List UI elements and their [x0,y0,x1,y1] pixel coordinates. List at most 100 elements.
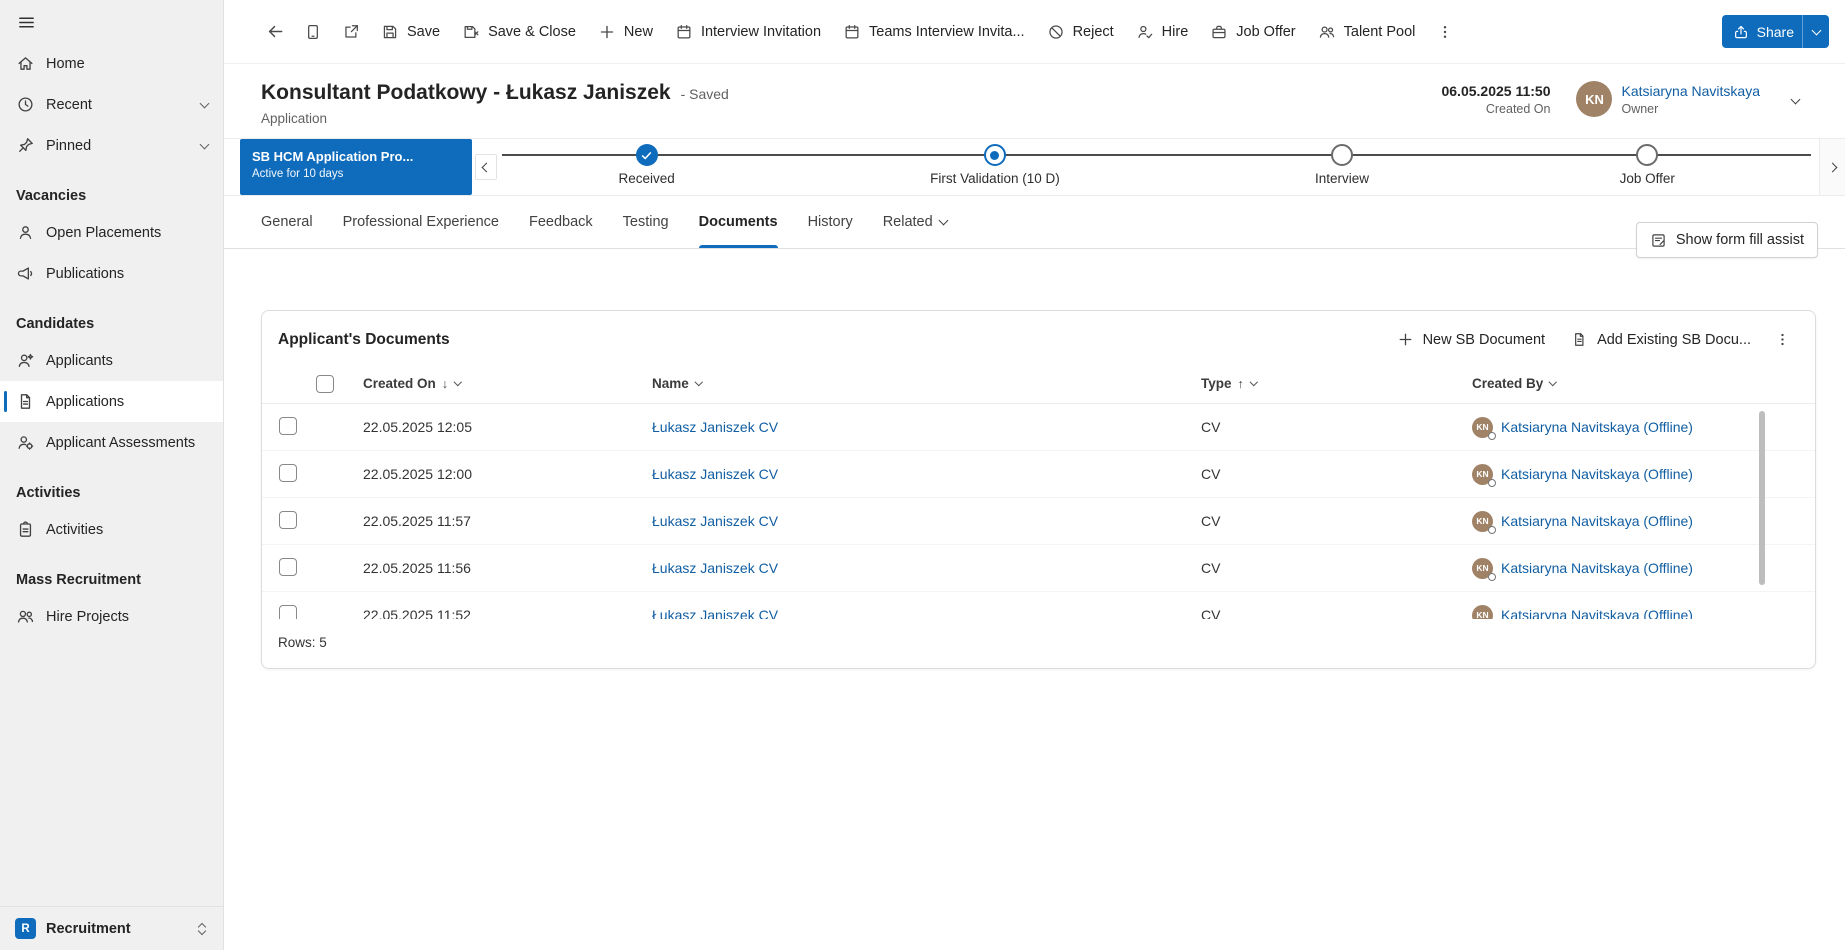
stage-done-icon [636,144,658,166]
table-row-partial[interactable]: 22.05.2025 11:52 Łukasz Janiszek CV CV K… [262,592,1815,619]
creator-avatar: KN [1472,558,1493,579]
document-name-link[interactable]: Łukasz Janiszek CV [652,513,778,529]
documents-subgrid: Applicant's Documents New SB Document Ad… [261,310,1816,669]
sidebar-item-recent[interactable]: Recent [0,84,223,125]
cell-created-on: 22.05.2025 11:57 [346,513,635,529]
owner-link[interactable]: Katsiaryna Navitskaya [1621,83,1760,99]
bpf-stage-interview[interactable]: Interview [1222,144,1462,186]
created-by-link[interactable]: Katsiaryna Navitskaya (Offline) [1501,513,1693,529]
row-checkbox[interactable] [279,464,297,482]
subgrid-overflow-button[interactable] [1766,324,1799,355]
tab-documents[interactable]: Documents [699,196,778,248]
home-icon [15,54,35,73]
table-row[interactable]: 22.05.2025 12:00 Łukasz Janiszek CV CV K… [262,451,1815,498]
new-sb-document-button[interactable]: New SB Document [1386,324,1557,355]
sidebar-item-applicants[interactable]: Applicants [0,340,223,381]
created-by-link[interactable]: Katsiaryna Navitskaya (Offline) [1501,419,1693,435]
bpf-stage-job-offer[interactable]: Job Offer [1527,144,1767,186]
chevron-left-icon [481,162,491,172]
section-title-activities: Activities [0,463,223,509]
bpf-stage-received[interactable]: Received [527,144,767,186]
tab-history[interactable]: History [808,196,853,248]
briefcase-icon [1210,23,1228,41]
sidebar-item-activities[interactable]: Activities [0,509,223,550]
table-row[interactable]: 22.05.2025 11:57 Łukasz Janiszek CV CV K… [262,498,1815,545]
stage-future-icon [1331,144,1353,166]
sidebar-item-applications[interactable]: Applications [0,381,223,422]
owner-field[interactable]: KN Katsiaryna Navitskaya Owner [1576,81,1760,117]
sidebar-item-open-placements[interactable]: Open Placements [0,212,223,253]
hire-button[interactable]: Hire [1125,13,1200,51]
column-header-created-on[interactable]: Created On ↓ [346,376,635,391]
interview-invitation-button[interactable]: Interview Invitation [664,13,832,51]
tab-testing[interactable]: Testing [623,196,669,248]
bpf-next-stage-button[interactable] [1819,139,1845,195]
job-offer-button[interactable]: Job Offer [1199,13,1306,51]
tab-general[interactable]: General [261,196,313,248]
row-checkbox[interactable] [279,511,297,529]
teams-interview-invitation-button[interactable]: Teams Interview Invita... [832,13,1036,51]
sidebar-item-publications[interactable]: Publications [0,253,223,294]
presence-indicator [1488,432,1496,440]
cell-type: CV [1184,419,1455,435]
column-header-type[interactable]: Type ↑ [1184,376,1455,391]
table-row[interactable]: 22.05.2025 12:05 Łukasz Janiszek CV CV K… [262,404,1815,451]
share-dropdown[interactable] [1811,15,1829,48]
share-button[interactable]: Share [1722,15,1829,48]
owner-avatar: KN [1576,81,1612,117]
back-button[interactable] [256,13,294,51]
device-view-button[interactable] [294,13,332,51]
tab-professional-experience[interactable]: Professional Experience [343,196,499,248]
save-button[interactable]: Save [370,13,451,51]
document-icon [15,392,35,411]
hamburger-menu-button[interactable] [0,0,223,43]
vertical-dots-icon [1436,23,1454,41]
sidebar-item-label: Recent [46,97,92,113]
plus-icon [598,23,616,41]
show-form-fill-assist-button[interactable]: Show form fill assist [1636,222,1818,258]
save-and-close-button[interactable]: Save & Close [451,13,587,51]
sort-descending-icon: ↓ [442,377,448,391]
sidebar-item-home[interactable]: Home [0,43,223,84]
reject-button[interactable]: Reject [1036,13,1125,51]
select-all-checkbox[interactable] [316,375,334,393]
row-checkbox[interactable] [279,558,297,576]
sidebar-item-applicant-assessments[interactable]: Applicant Assessments [0,422,223,463]
created-by-link[interactable]: Katsiaryna Navitskaya (Offline) [1501,607,1693,619]
tab-feedback[interactable]: Feedback [529,196,593,248]
bpf-process-box[interactable]: SB HCM Application Pro... Active for 10 … [240,139,472,195]
add-existing-sb-document-button[interactable]: Add Existing SB Docu... [1560,324,1762,355]
cell-type: CV [1184,607,1455,619]
sidebar-item-hire-projects[interactable]: Hire Projects [0,596,223,637]
header-collapse-button[interactable] [1786,84,1805,114]
row-checkbox[interactable] [279,605,297,620]
people-icon [15,607,35,626]
bpf-collapse-button[interactable] [475,154,497,180]
presence-indicator [1488,573,1496,581]
document-name-link[interactable]: Łukasz Janiszek CV [652,419,778,435]
created-by-link[interactable]: Katsiaryna Navitskaya (Offline) [1501,560,1693,576]
sidebar-item-pinned[interactable]: Pinned [0,125,223,166]
app-switcher[interactable]: R Recruitment [0,906,223,950]
row-checkbox[interactable] [279,417,297,435]
owner-role-label: Owner [1621,102,1760,116]
column-header-created-by[interactable]: Created By [1455,376,1815,391]
tab-related[interactable]: Related [883,196,947,248]
new-button[interactable]: New [587,13,664,51]
document-name-link[interactable]: Łukasz Janiszek CV [652,607,778,619]
document-name-link[interactable]: Łukasz Janiszek CV [652,466,778,482]
table-row[interactable]: 22.05.2025 11:56 Łukasz Janiszek CV CV K… [262,545,1815,592]
person-sparkle-icon [15,351,35,370]
overflow-menu-button[interactable] [1426,13,1464,51]
vertical-scrollbar[interactable] [1759,411,1765,585]
tab-content: Applicant's Documents New SB Document Ad… [224,249,1845,950]
column-header-name[interactable]: Name [635,376,1184,391]
sidebar: Home Recent Pinned Vacancies Open Placem… [0,0,224,950]
bpf-stage-first-validation[interactable]: First Validation (10 D) [875,144,1115,186]
share-icon [1733,24,1749,40]
document-name-link[interactable]: Łukasz Janiszek CV [652,560,778,576]
sidebar-item-label: Hire Projects [46,609,129,625]
popout-button[interactable] [332,13,370,51]
created-by-link[interactable]: Katsiaryna Navitskaya (Offline) [1501,466,1693,482]
talent-pool-button[interactable]: Talent Pool [1307,13,1427,51]
